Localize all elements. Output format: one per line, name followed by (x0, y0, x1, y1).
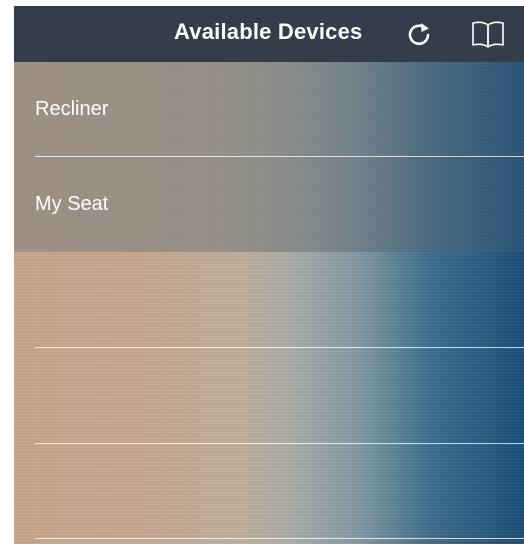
device-label: My Seat (35, 193, 109, 215)
page-title: Available Devices (174, 19, 363, 44)
app-screen: Available Devices Recliner My Seat (14, 6, 524, 544)
guide-button[interactable] (468, 14, 508, 54)
device-list: Recliner My Seat (14, 62, 524, 252)
row-separator (35, 443, 524, 444)
navigation-bar: Available Devices (14, 6, 524, 62)
device-row-my-seat[interactable]: My Seat (14, 157, 524, 252)
book-icon (472, 21, 504, 48)
row-separator (35, 347, 524, 348)
row-separator (35, 538, 524, 539)
device-label: Recliner (35, 98, 109, 120)
device-row-recliner[interactable]: Recliner (14, 62, 524, 157)
refresh-icon (408, 23, 430, 45)
refresh-button[interactable] (399, 14, 439, 54)
row-separator (35, 156, 524, 157)
